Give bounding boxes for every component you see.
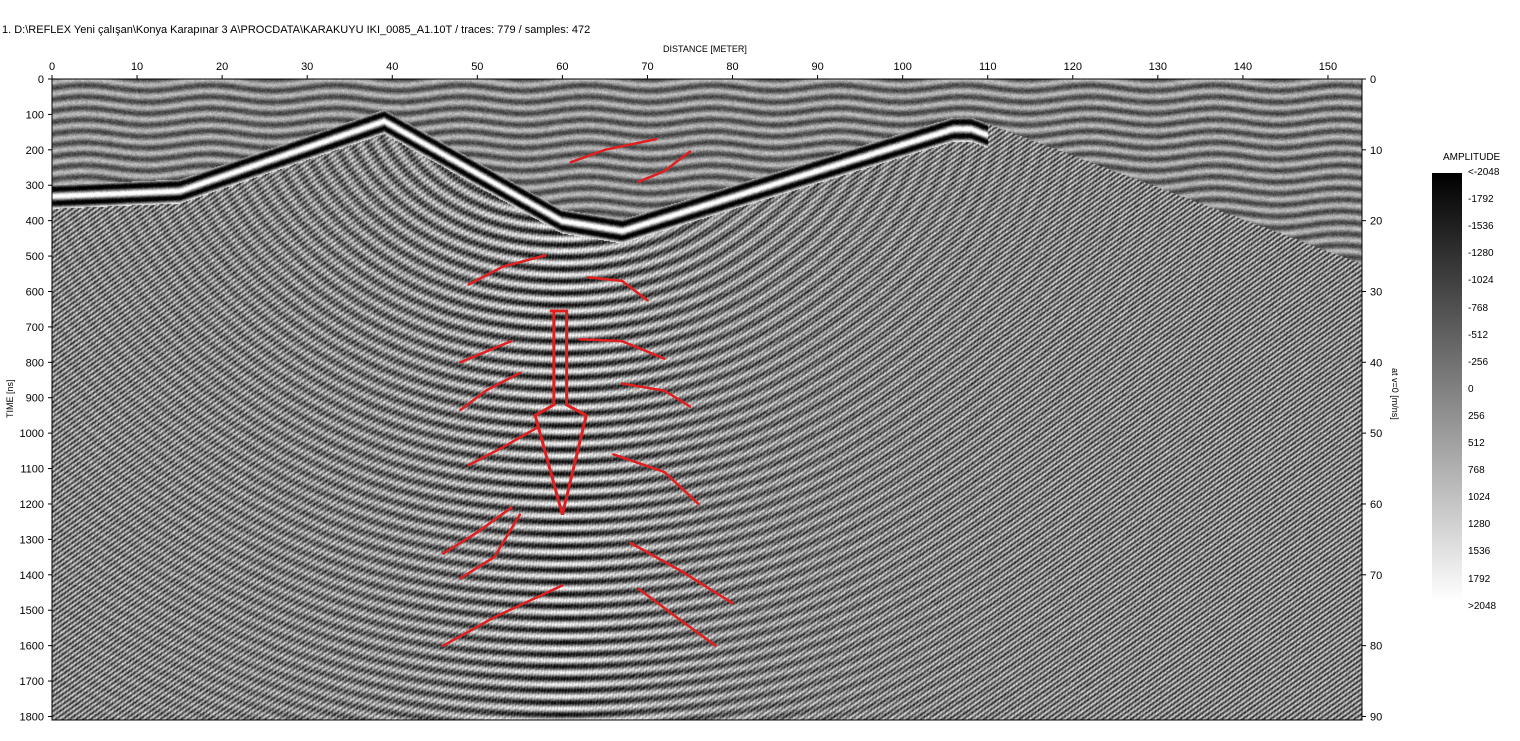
x-tick-label: 130	[1149, 61, 1167, 73]
y-tick-label: 1000	[20, 428, 44, 440]
amplitude-colorbar	[1432, 173, 1462, 601]
legend-value-label: 512	[1468, 438, 1485, 449]
y-tick-label: 100	[26, 109, 44, 121]
x-tick-label: 70	[641, 61, 653, 73]
red-trace-line	[613, 454, 698, 504]
x-axis-ticks: 0 10 20 30 40 50 60 70 80 90 100 110 120 130 140 150	[49, 61, 1337, 79]
y-tick-label: 1500	[20, 605, 44, 617]
x-tick-label: 0	[49, 61, 55, 73]
x-tick-label: 50	[471, 61, 483, 73]
red-trace-line	[579, 339, 664, 358]
y2-tick-label: 60	[1370, 499, 1382, 511]
red-trace-line	[571, 139, 656, 162]
y-tick-label: 0	[38, 74, 44, 86]
red-trace-line	[443, 585, 562, 645]
y-axis-ticks: 0 100 200 300 400 500 600 700 800 900 1000 1100 1200…	[20, 74, 52, 723]
y2-tick-label: 10	[1370, 145, 1382, 157]
y2-tick-label: 70	[1370, 570, 1382, 582]
y-tick-label: 300	[26, 180, 44, 192]
legend-value-label: 256	[1468, 411, 1485, 422]
red-trace-line	[639, 589, 716, 646]
y-tick-label: 400	[26, 216, 44, 228]
x-tick-label: 10	[131, 61, 143, 73]
red-trace-line	[469, 255, 546, 284]
legend-value-label: -256	[1468, 357, 1488, 368]
y2-tick-label: 80	[1370, 641, 1382, 653]
y-tick-label: 500	[26, 251, 44, 263]
x-tick-label: 90	[811, 61, 823, 73]
legend-value-label: -1024	[1468, 275, 1494, 286]
y-tick-label: 1100	[20, 464, 44, 476]
plot-axes: 0 10 20 30 40 50 60 70 80 90 100 110 120 130 140 150 01…	[0, 0, 1520, 741]
red-annotations	[443, 139, 732, 645]
y-tick-label: 200	[26, 145, 44, 157]
legend-value-label: 1792	[1468, 574, 1490, 585]
y-tick-label: 1600	[20, 641, 44, 653]
x-tick-label: 110	[979, 61, 997, 73]
x-tick-label: 20	[216, 61, 228, 73]
legend-title: AMPLITUDE	[1443, 152, 1500, 163]
y-tick-label: 1300	[20, 534, 44, 546]
red-trace-line	[460, 373, 520, 410]
x-tick-label: 60	[556, 61, 568, 73]
x-tick-label: 140	[1234, 61, 1252, 73]
legend-value-label: -1792	[1468, 194, 1494, 205]
legend-value-label: 0	[1468, 384, 1474, 395]
x-tick-label: 40	[386, 61, 398, 73]
x-tick-label: 80	[726, 61, 738, 73]
y-tick-label: 900	[26, 393, 44, 405]
y2-tick-label: 50	[1370, 428, 1382, 440]
y2-tick-label: 20	[1370, 216, 1382, 228]
plot-frame	[52, 79, 1362, 720]
y-tick-label: 1700	[20, 676, 44, 688]
x-tick-label: 100	[893, 61, 911, 73]
x-tick-label: 30	[301, 61, 313, 73]
y-tick-label: 1400	[20, 570, 44, 582]
red-trace-line	[639, 152, 690, 182]
legend-value-label: >2048	[1468, 601, 1496, 612]
legend-value-label: 768	[1468, 465, 1485, 476]
y2-tick-label: 0	[1370, 74, 1376, 86]
y-tick-label: 600	[26, 286, 44, 298]
y2-tick-label: 30	[1370, 286, 1382, 298]
y-tick-label: 1800	[20, 711, 44, 723]
red-trace-line	[588, 277, 648, 300]
y2-tick-label: 90	[1370, 711, 1382, 723]
legend-value-label: <-2048	[1468, 167, 1499, 178]
y-tick-label: 800	[26, 357, 44, 369]
y-tick-label: 1200	[20, 499, 44, 511]
legend-value-label: 1024	[1468, 492, 1490, 503]
legend-value-label: -1280	[1468, 248, 1494, 259]
x-tick-label: 150	[1319, 61, 1337, 73]
y2-axis-ticks: 0 10 20 30 40 50 60 70 80 90	[1362, 74, 1382, 723]
red-trace-line	[622, 384, 690, 407]
red-trace-line	[469, 428, 537, 465]
red-trace-line	[460, 341, 511, 362]
legend-value-label: -768	[1468, 303, 1488, 314]
red-down-arrow	[535, 311, 586, 515]
legend-value-label: 1280	[1468, 519, 1490, 530]
y-tick-label: 700	[26, 322, 44, 334]
x-tick-label: 120	[1064, 61, 1082, 73]
legend-value-label: -1536	[1468, 221, 1494, 232]
y2-tick-label: 40	[1370, 357, 1382, 369]
legend-value-label: -512	[1468, 330, 1488, 341]
legend-value-label: 1536	[1468, 546, 1490, 557]
